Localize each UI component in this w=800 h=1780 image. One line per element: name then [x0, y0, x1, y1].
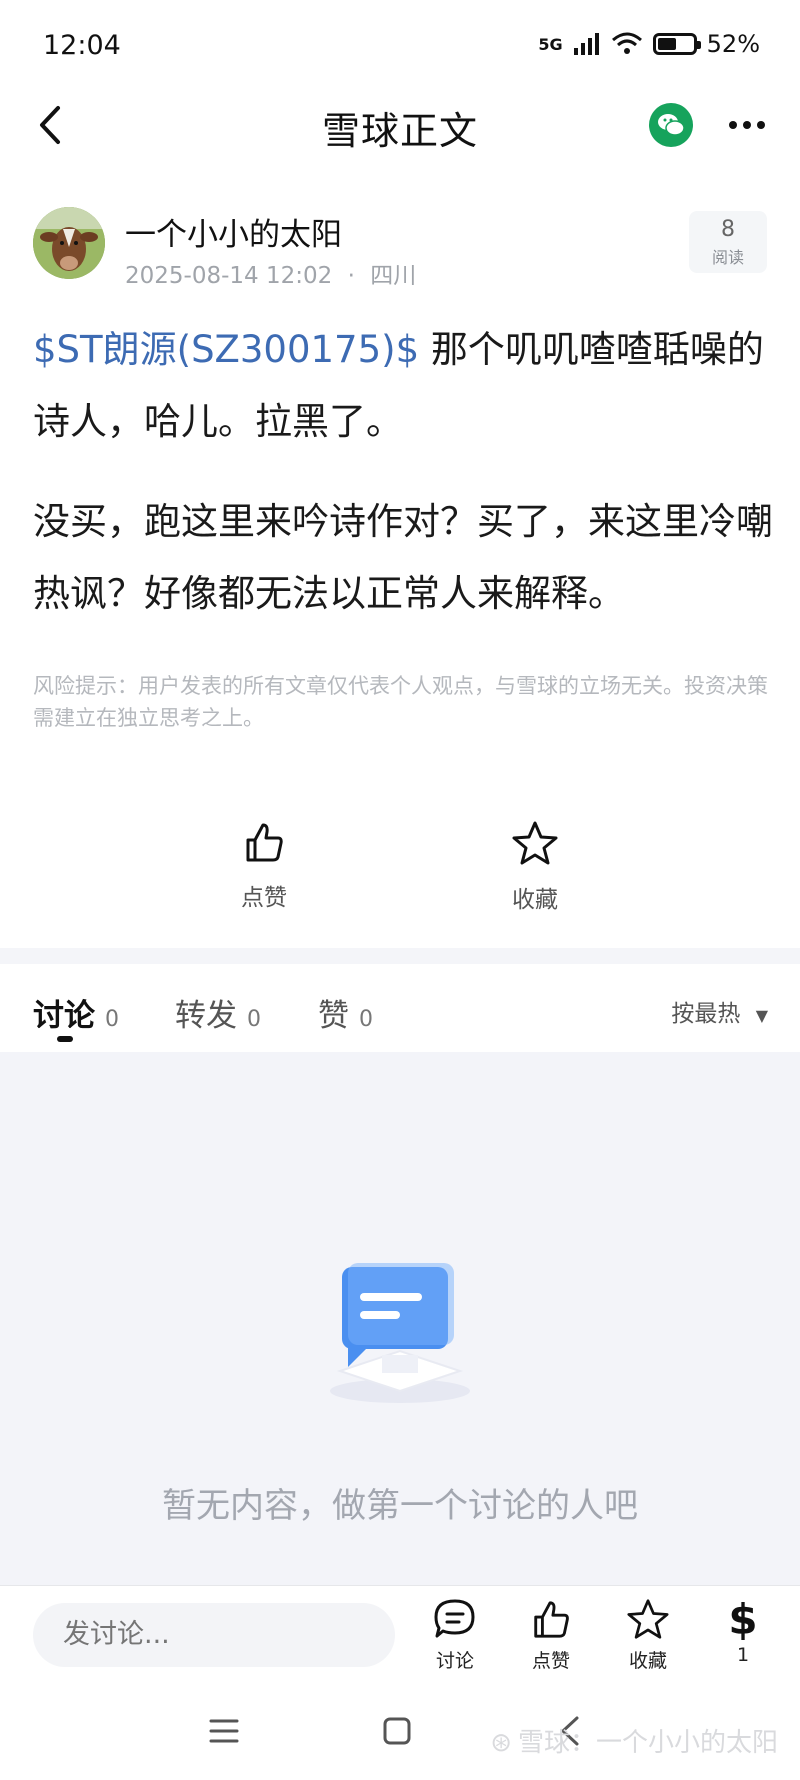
section-divider: [0, 948, 800, 964]
discuss-label: 讨论: [435, 1650, 474, 1672]
empty-state-text: 暂无内容，做第一个讨论的人吧: [162, 1486, 638, 1526]
thumbs-up-icon: [246, 823, 283, 862]
tab-discuss[interactable]: 讨论 0: [33, 990, 119, 1035]
wechat-icon: [658, 114, 685, 136]
battery-percent: 52%: [706, 30, 760, 58]
favorite-button[interactable]: 收藏: [475, 820, 595, 914]
stock-tag-link[interactable]: $ST朗源(SZ300175)$: [33, 328, 419, 371]
wifi-icon: [611, 32, 642, 54]
like-button[interactable]: 点赞: [204, 820, 324, 912]
menu-icon[interactable]: [208, 1716, 240, 1746]
read-count: 8: [721, 217, 735, 242]
tab-likes-count: 0: [359, 1007, 373, 1032]
tab-repost[interactable]: 转发 0: [175, 990, 261, 1035]
tab-discuss-count: 0: [105, 1007, 119, 1032]
like-label: 点赞: [241, 885, 287, 911]
post-paragraph-1: $ST朗源(SZ300175)$ 那个叽叽喳喳聒噪的诗人，哈儿。拉黑了。: [33, 314, 773, 458]
status-icons: 5G 52%: [538, 30, 760, 58]
dollar-icon: $: [728, 1595, 758, 1644]
wechat-share-button[interactable]: [649, 103, 693, 147]
bottom-like-button[interactable]: 点赞: [511, 1598, 591, 1673]
bottom-favorite-label: 收藏: [628, 1650, 667, 1672]
status-bar: 12:04 5G 52%: [0, 0, 800, 95]
read-count-badge: 8 阅读: [689, 211, 767, 273]
caret-down-icon: ▼: [755, 1006, 768, 1025]
network-label: 5G: [538, 34, 563, 54]
sort-label: 按最热: [671, 1001, 741, 1027]
post-date: 2025-08-14 12:02: [125, 263, 333, 289]
home-icon[interactable]: [382, 1716, 412, 1746]
xueqiu-logo-icon: ⊛: [490, 1728, 512, 1758]
chat-bubble-illustration-icon: [330, 1263, 470, 1403]
watermark: ⊛ 雪球：一个小小的太阳: [490, 1722, 778, 1759]
tab-discuss-label: 讨论: [33, 998, 95, 1034]
comment-input[interactable]: [33, 1603, 395, 1667]
thumbs-up-icon: [534, 1601, 569, 1638]
tab-repost-count: 0: [247, 1007, 261, 1032]
reward-button[interactable]: $ 1: [703, 1595, 783, 1667]
post-paragraph-2: 没买，跑这里来吟诗作对？买了，来这里冷嘲热讽？好像都无法以正常人来解释。: [33, 500, 773, 615]
author-name[interactable]: 一个小小的太阳: [125, 209, 342, 254]
comment-icon: [434, 1599, 475, 1638]
battery-icon: [652, 33, 701, 55]
bottom-like-label: 点赞: [531, 1650, 570, 1672]
tab-likes[interactable]: 赞0: [318, 990, 373, 1035]
sort-dropdown[interactable]: 按最热 ▼: [671, 994, 768, 1028]
favorite-label: 收藏: [512, 887, 558, 913]
risk-notice: 风险提示：用户发表的所有文章仅代表个人观点，与雪球的立场无关。投资决策需建立在独…: [33, 674, 768, 730]
star-icon: [512, 821, 558, 865]
status-time: 12:04: [43, 30, 121, 61]
bottom-favorite-button[interactable]: 收藏: [608, 1598, 688, 1673]
meta-separator: ·: [347, 263, 355, 289]
discuss-button[interactable]: 讨论: [415, 1598, 495, 1673]
tab-repost-label: 转发: [175, 998, 237, 1034]
cow-avatar-image: [33, 207, 105, 279]
tab-likes-label: 赞: [318, 998, 349, 1034]
signal-icon: [573, 33, 599, 55]
post-location: 四川: [370, 263, 417, 289]
post-meta: 2025-08-14 12:02 · 四川: [125, 256, 416, 290]
avatar[interactable]: [33, 207, 105, 279]
reward-count: 1: [736, 1644, 750, 1666]
watermark-text: 雪球：一个小小的太阳: [517, 1728, 778, 1758]
star-icon: [627, 1599, 669, 1639]
read-label: 阅读: [711, 248, 744, 267]
more-icon[interactable]: [726, 108, 768, 142]
active-tab-indicator: [57, 1036, 73, 1042]
